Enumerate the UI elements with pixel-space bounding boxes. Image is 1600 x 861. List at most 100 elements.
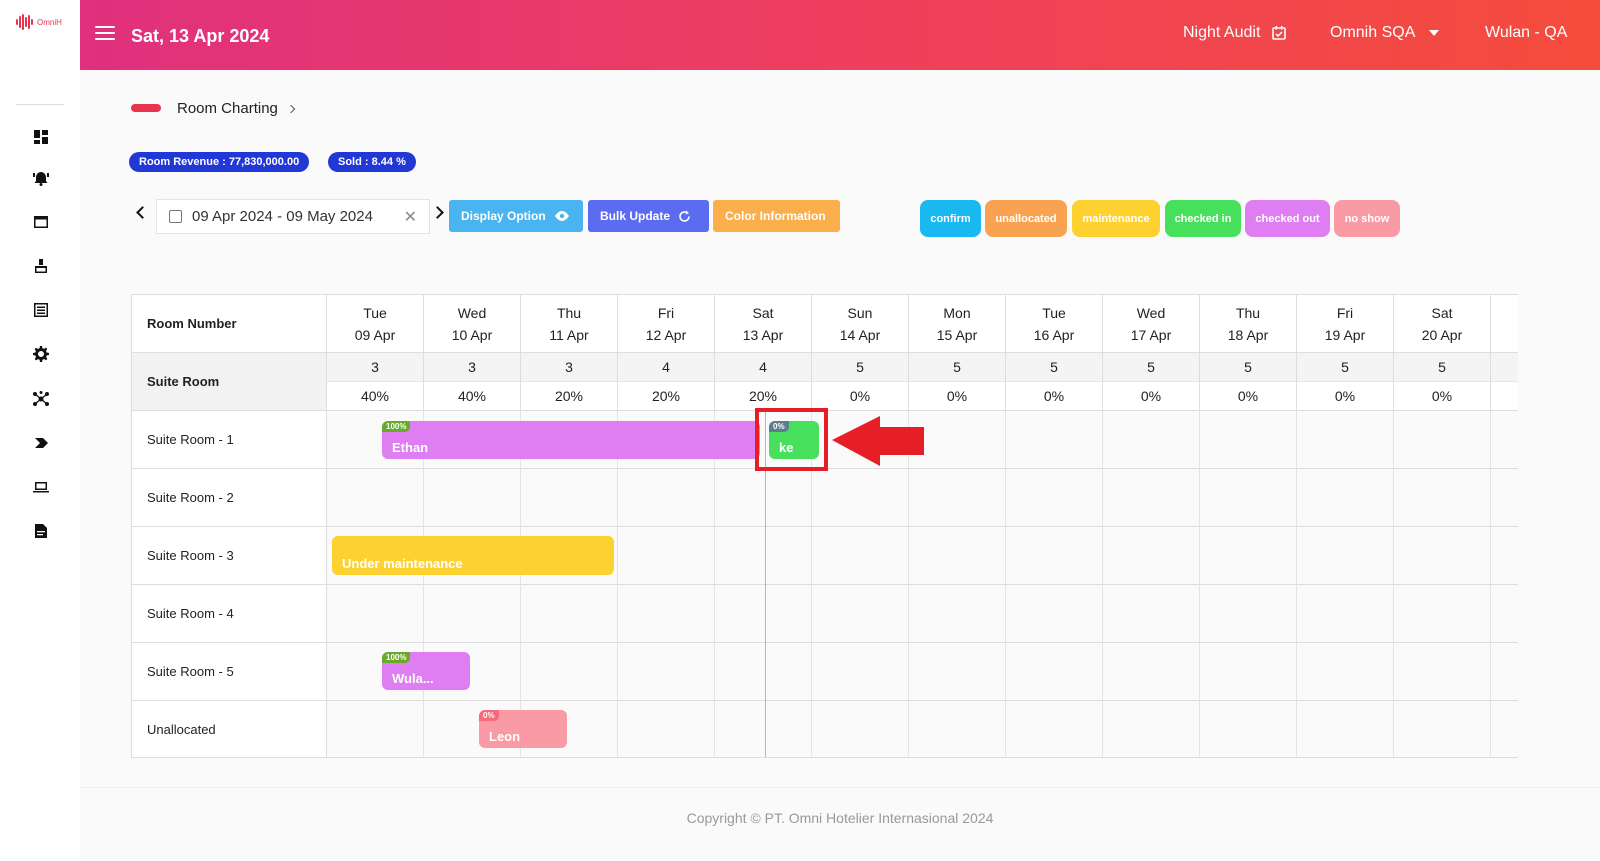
availability-cell: 3 <box>521 353 618 382</box>
chart-slot-cell[interactable] <box>1491 701 1518 757</box>
chart-slot-cell[interactable] <box>812 469 909 527</box>
chart-slot-cell[interactable] <box>1006 643 1103 701</box>
chart-slot-cell[interactable] <box>424 585 521 643</box>
chart-slot-cell[interactable] <box>1103 469 1200 527</box>
chart-slot-cell[interactable] <box>909 643 1006 701</box>
chart-slot-cell[interactable] <box>1200 469 1297 527</box>
chart-slot-cell[interactable] <box>1200 643 1297 701</box>
chart-slot-cell[interactable] <box>1006 411 1103 469</box>
chart-slot-cell[interactable] <box>812 585 909 643</box>
menu-toggle-icon[interactable] <box>95 26 115 42</box>
laptop-icon[interactable] <box>32 478 50 496</box>
chart-slot-cell[interactable] <box>1491 527 1518 585</box>
day-header: Sun 14 Apr <box>812 295 909 353</box>
chart-slot-cell[interactable] <box>1006 527 1103 585</box>
chart-slot-cell[interactable] <box>1491 643 1518 701</box>
chart-slot-cell[interactable] <box>715 527 812 585</box>
chart-slot-cell[interactable] <box>1006 585 1103 643</box>
room-row-label[interactable]: Suite Room - 1 <box>132 411 327 469</box>
clear-date-icon[interactable]: ✕ <box>404 207 417 227</box>
chart-slot-cell[interactable] <box>1491 469 1518 527</box>
prev-range-icon[interactable] <box>136 206 149 219</box>
room-row-label[interactable]: Suite Room - 2 <box>132 469 327 527</box>
chart-slot-cell[interactable] <box>521 643 618 701</box>
bulk-update-button[interactable]: Bulk Update <box>588 200 709 232</box>
chart-slot-cell[interactable] <box>715 643 812 701</box>
chart-slot-cell[interactable] <box>1491 585 1518 643</box>
label-icon[interactable] <box>32 434 50 452</box>
folder-icon[interactable] <box>32 213 50 231</box>
chart-slot-cell[interactable] <box>1394 527 1491 585</box>
chart-slot-cell[interactable] <box>1200 585 1297 643</box>
color-information-button[interactable]: Color Information <box>713 200 840 232</box>
chart-slot-cell[interactable] <box>1297 527 1394 585</box>
chart-slot-cell[interactable] <box>1103 701 1200 757</box>
dashboard-icon[interactable] <box>32 128 50 146</box>
breadcrumb-room-charting[interactable]: Room Charting <box>177 100 278 117</box>
chart-slot-cell[interactable] <box>1297 469 1394 527</box>
reservation-block[interactable]: 100% Wula... <box>382 652 470 690</box>
display-option-button[interactable]: Display Option <box>449 200 583 232</box>
room-row-label[interactable]: Suite Room - 4 <box>132 585 327 643</box>
chart-slot-cell[interactable] <box>618 469 715 527</box>
chart-slot-cell[interactable] <box>909 585 1006 643</box>
chart-slot-cell[interactable] <box>715 469 812 527</box>
chart-slot-cell[interactable] <box>327 701 424 757</box>
reservation-block[interactable]: 0% Leon <box>479 710 567 748</box>
chart-slot-cell[interactable] <box>1103 643 1200 701</box>
chart-slot-cell[interactable] <box>1200 527 1297 585</box>
chart-slot-cell[interactable] <box>1200 411 1297 469</box>
network-icon[interactable] <box>32 390 50 408</box>
chart-slot-cell[interactable] <box>521 469 618 527</box>
room-row-label[interactable]: Suite Room - 3 <box>132 527 327 585</box>
chart-slot-cell[interactable] <box>715 701 812 757</box>
chart-slot-cell[interactable] <box>1394 469 1491 527</box>
chart-slot-cell[interactable] <box>909 527 1006 585</box>
chart-slot-cell[interactable] <box>424 469 521 527</box>
room-row-label[interactable]: Unallocated <box>132 701 327 757</box>
chart-slot-cell[interactable] <box>618 701 715 757</box>
chart-slot-cell[interactable] <box>1394 643 1491 701</box>
night-audit-button[interactable]: Night Audit <box>1183 24 1287 42</box>
chart-slot-cell[interactable] <box>909 701 1006 757</box>
chart-slot-cell[interactable] <box>618 585 715 643</box>
chart-slot-cell[interactable] <box>1297 701 1394 757</box>
chart-slot-cell[interactable] <box>1394 411 1491 469</box>
chart-slot-cell[interactable] <box>812 527 909 585</box>
chart-slot-cell[interactable] <box>715 585 812 643</box>
chart-slot-cell[interactable] <box>618 527 715 585</box>
chart-slot-cell[interactable] <box>909 469 1006 527</box>
chart-slot-cell[interactable] <box>1006 469 1103 527</box>
chart-slot-cell[interactable] <box>1103 411 1200 469</box>
list-icon[interactable] <box>32 301 50 319</box>
next-range-icon[interactable] <box>431 206 444 219</box>
chart-slot-cell[interactable] <box>1103 527 1200 585</box>
chart-slot-cell[interactable] <box>618 643 715 701</box>
chart-slot-cell[interactable] <box>1200 701 1297 757</box>
alarm-icon[interactable] <box>32 169 50 187</box>
room-row-label[interactable]: Suite Room - 5 <box>132 643 327 701</box>
report-icon[interactable] <box>32 522 50 540</box>
property-selector[interactable]: Omnih SQA <box>1330 24 1440 42</box>
chart-slot-cell[interactable] <box>812 643 909 701</box>
chart-slot-cell[interactable] <box>521 585 618 643</box>
cleaning-icon[interactable] <box>32 257 50 275</box>
chart-slot-cell[interactable] <box>1006 701 1103 757</box>
occupancy-cell: 0% <box>1200 382 1297 411</box>
chart-slot-cell[interactable] <box>327 585 424 643</box>
chart-slot-cell[interactable] <box>327 469 424 527</box>
chart-slot-cell[interactable] <box>1297 585 1394 643</box>
date-range-picker[interactable]: 09 Apr 2024 - 09 May 2024 ✕ <box>156 199 430 234</box>
user-menu[interactable]: Wulan - QA <box>1485 24 1567 42</box>
chart-slot-cell[interactable] <box>1394 701 1491 757</box>
chart-slot-cell[interactable] <box>1297 411 1394 469</box>
chart-slot-cell[interactable] <box>1394 585 1491 643</box>
gear-icon[interactable] <box>32 345 50 363</box>
chart-slot-cell[interactable] <box>1491 411 1518 469</box>
chart-slot-cell[interactable] <box>812 701 909 757</box>
chart-slot-cell[interactable] <box>1103 585 1200 643</box>
reservation-block[interactable]: 100% Ethan <box>382 421 760 459</box>
maintenance-block[interactable]: Under maintenance <box>332 536 614 575</box>
chart-slot-cell[interactable] <box>1297 643 1394 701</box>
omnih-logo[interactable]: OmniH <box>16 14 62 30</box>
